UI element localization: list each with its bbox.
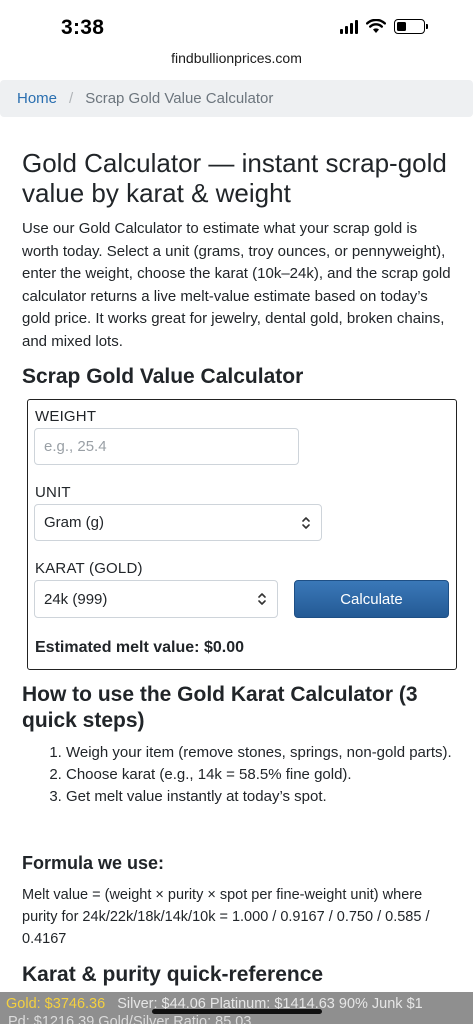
price-ticker: Gold: $3746.36 Silver: $44.06 Platinum: …: [0, 992, 473, 1024]
calculator-heading: Scrap Gold Value Calculator: [22, 365, 304, 388]
status-bar: 3:38: [0, 0, 473, 50]
unit-label: UNIT: [35, 484, 71, 501]
battery-icon: [394, 19, 428, 34]
how-to-steps: Weigh your item (remove stones, springs,…: [44, 742, 454, 808]
formula-text: Melt value = (weight × purity × spot per…: [22, 887, 430, 947]
list-item: Weigh your item (remove stones, springs,…: [66, 742, 454, 764]
calculator-form: WEIGHT e.g., 25.4 UNIT Gram (g) KARAT (G…: [27, 399, 457, 670]
cellular-signal-icon: [340, 19, 358, 34]
how-to-heading: How to use the Gold Karat Calculator (3 …: [22, 683, 418, 732]
main-content: Gold Calculator — instant scrap-gold val…: [22, 148, 458, 390]
weight-input[interactable]: e.g., 25.4: [34, 428, 299, 465]
ticker-gold-price: Gold: $3746.36: [6, 996, 106, 1012]
melt-value-result: Estimated melt value: $0.00: [35, 639, 244, 656]
calculate-button[interactable]: Calculate: [294, 580, 449, 618]
list-item: Get melt value instantly at today’s spot…: [66, 786, 454, 808]
unit-select-value: Gram (g): [44, 514, 104, 531]
address-bar[interactable]: findbullionprices.com: [0, 50, 473, 70]
breadcrumb-current: Scrap Gold Value Calculator: [85, 90, 274, 107]
breadcrumb-home-link[interactable]: Home: [17, 90, 57, 107]
weight-label: WEIGHT: [35, 408, 97, 425]
status-icons: [340, 19, 428, 34]
list-item: Choose karat (e.g., 14k = 58.5% fine gol…: [66, 764, 454, 786]
page-title: Gold Calculator — instant scrap-gold val…: [22, 148, 447, 208]
chevron-updown-icon: [258, 593, 266, 605]
unit-select[interactable]: Gram (g): [34, 504, 322, 541]
karat-select-value: 24k (999): [44, 590, 108, 608]
status-time: 3:38: [61, 16, 105, 39]
wifi-icon: [366, 19, 386, 33]
intro-paragraph: Use our Gold Calculator to estimate what…: [22, 220, 451, 350]
reference-heading: Karat & purity quick-reference: [22, 963, 324, 986]
karat-label: KARAT (GOLD): [35, 560, 143, 577]
ticker-row-2: Pd: $1216.39 Gold/Silver Ratio: 85.03: [8, 1014, 252, 1024]
breadcrumb: Home / Scrap Gold Value Calculator: [0, 80, 473, 117]
karat-select[interactable]: 24k (999): [34, 580, 278, 618]
breadcrumb-separator: /: [69, 90, 74, 107]
formula-heading: Formula we use:: [22, 853, 165, 873]
home-indicator[interactable]: [152, 1009, 322, 1014]
chevron-updown-icon: [302, 516, 310, 529]
